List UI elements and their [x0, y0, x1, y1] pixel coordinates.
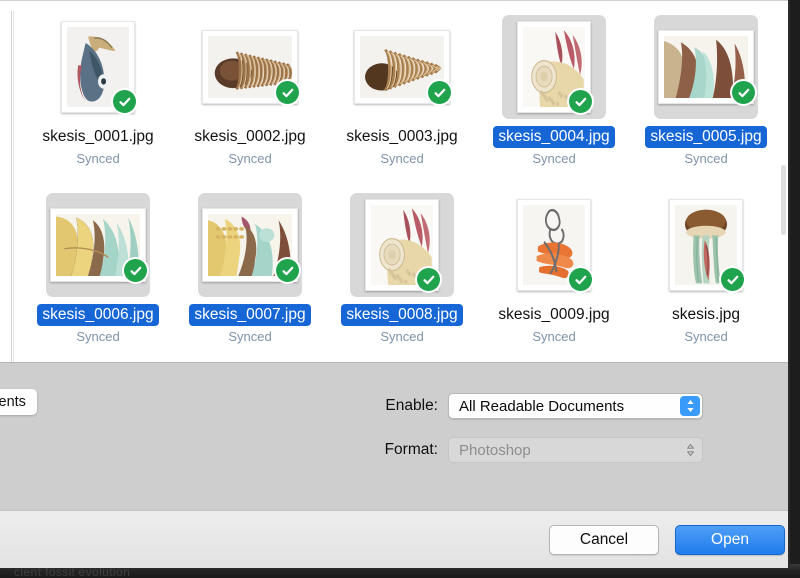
icon-grid[interactable]: skesis_0001.jpg Synced: [22, 11, 782, 362]
file-item-status: Synced: [380, 151, 423, 167]
file-item-label: skesis_0006.jpg: [37, 304, 158, 326]
file-item-label: skesis_0005.jpg: [645, 126, 766, 148]
column-divider-secondary: [13, 11, 14, 362]
file-thumbnail-wrap[interactable]: [198, 193, 302, 297]
file-item[interactable]: skesis_0008.jpg Synced: [326, 189, 478, 362]
file-item[interactable]: skesis_0009.jpg Synced: [478, 189, 630, 362]
file-thumbnail-wrap[interactable]: [46, 193, 150, 297]
column-divider: [11, 11, 12, 362]
format-popup-button: Photoshop: [448, 437, 703, 463]
screen: cient fossil evolution skesis_0001.: [0, 0, 800, 578]
file-item-label: skesis_0002.jpg: [189, 126, 310, 148]
enable-popup-value: All Readable Documents: [449, 398, 624, 415]
format-label: Format:: [360, 441, 438, 459]
file-item-label: skesis.jpg: [667, 304, 745, 326]
sync-badge: [274, 257, 301, 284]
file-thumbnail-image: [354, 30, 450, 104]
file-item-label: skesis_0001.jpg: [37, 126, 158, 148]
file-browser-pane[interactable]: skesis_0001.jpg Synced: [0, 0, 790, 362]
open-file-dialog: skesis_0001.jpg Synced: [0, 0, 790, 568]
file-thumbnail-image: [658, 30, 754, 104]
file-thumbnail-image: [61, 21, 135, 113]
path-tab-chip[interactable]: documents: [0, 389, 37, 415]
path-tab-chip-label: documents: [0, 394, 26, 410]
scrollbar-track[interactable]: [783, 15, 788, 362]
file-item-label: skesis_0007.jpg: [189, 304, 310, 326]
file-thumbnail-wrap[interactable]: [198, 15, 302, 119]
sync-badge: [426, 79, 453, 106]
file-item-label: skesis_0004.jpg: [493, 126, 614, 148]
file-thumbnail-wrap[interactable]: [502, 193, 606, 297]
file-item-label: skesis_0008.jpg: [341, 304, 462, 326]
format-popup-value: Photoshop: [449, 442, 531, 459]
file-item[interactable]: skesis_0003.jpg Synced: [326, 11, 478, 189]
enable-label: Enable:: [360, 397, 438, 415]
file-thumbnail-wrap[interactable]: [350, 193, 454, 297]
file-item-status: Synced: [684, 329, 727, 345]
file-thumbnail-image: [669, 199, 743, 291]
file-item-status: Synced: [228, 151, 271, 167]
file-item-status: Synced: [76, 151, 119, 167]
sync-badge: [415, 266, 442, 293]
format-field-row: Format: Photoshop: [360, 437, 703, 463]
sync-badge: [567, 266, 594, 293]
file-thumbnail-wrap[interactable]: [654, 15, 758, 119]
file-thumbnail-wrap[interactable]: [46, 15, 150, 119]
file-thumbnail-image: [517, 199, 591, 291]
enable-popup-button[interactable]: All Readable Documents: [448, 393, 703, 419]
sync-badge: [274, 79, 301, 106]
file-item-status: Synced: [76, 329, 119, 345]
file-item-status: Synced: [532, 151, 575, 167]
chevron-up-down-icon-disabled: [680, 440, 700, 460]
file-item[interactable]: skesis.jpg Synced: [630, 189, 782, 362]
file-item[interactable]: skesis_0005.jpg Synced: [630, 11, 782, 189]
file-thumbnail-wrap[interactable]: [654, 193, 758, 297]
enable-field-row: Enable: All Readable Documents: [360, 393, 703, 419]
file-item-status: Synced: [380, 329, 423, 345]
sync-badge: [719, 266, 746, 293]
file-item-label: skesis_0009.jpg: [493, 304, 614, 326]
chevron-up-down-icon[interactable]: [680, 396, 700, 416]
sync-badge: [111, 88, 138, 115]
file-thumbnail-image: [365, 199, 439, 291]
file-thumbnail-image: [202, 208, 298, 282]
file-thumbnail-wrap[interactable]: [502, 15, 606, 119]
file-thumbnail-wrap[interactable]: [350, 15, 454, 119]
open-button-label: Open: [711, 531, 749, 549]
file-item-label: skesis_0003.jpg: [341, 126, 462, 148]
file-item[interactable]: skesis_0004.jpg Synced: [478, 11, 630, 189]
file-item-status: Synced: [228, 329, 271, 345]
file-item-status: Synced: [532, 329, 575, 345]
file-item[interactable]: skesis_0006.jpg Synced: [22, 189, 174, 362]
sync-badge: [122, 257, 149, 284]
scrollbar-thumb[interactable]: [781, 165, 786, 235]
file-item[interactable]: skesis_0001.jpg Synced: [22, 11, 174, 189]
file-thumbnail-image: [202, 30, 298, 104]
cancel-button-label: Cancel: [580, 531, 628, 549]
open-button[interactable]: Open: [675, 525, 785, 555]
file-thumbnail-image: [50, 208, 146, 282]
cancel-button[interactable]: Cancel: [549, 525, 659, 555]
file-thumbnail-image: [517, 21, 591, 113]
file-item-status: Synced: [684, 151, 727, 167]
options-panel: documents Enable: All Readable Documents…: [0, 362, 790, 510]
file-item[interactable]: skesis_0007.jpg Synced: [174, 189, 326, 362]
dialog-footer: Cancel Open: [0, 510, 790, 568]
sync-badge: [567, 88, 594, 115]
file-item[interactable]: skesis_0002.jpg Synced: [174, 11, 326, 189]
sync-badge: [730, 79, 757, 106]
